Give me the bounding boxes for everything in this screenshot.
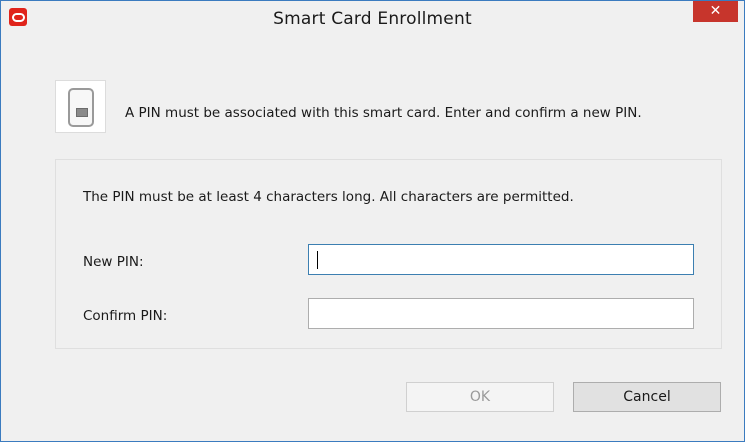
smart-card-icon: [55, 80, 106, 133]
card-outline: [68, 88, 94, 127]
intro-message: A PIN must be associated with this smart…: [125, 105, 642, 121]
confirm-pin-label: Confirm PIN:: [83, 308, 168, 324]
smart-card-enrollment-dialog: Smart Card Enrollment ✕ A PIN must be as…: [0, 0, 745, 442]
cancel-button[interactable]: Cancel: [573, 382, 721, 412]
ok-button[interactable]: OK: [406, 382, 554, 412]
text-caret: [317, 251, 318, 269]
card-chip: [76, 108, 88, 117]
confirm-pin-field[interactable]: [308, 298, 694, 329]
pin-requirement-text: The PIN must be at least 4 characters lo…: [83, 189, 574, 205]
title-bar[interactable]: Smart Card Enrollment ✕: [1, 1, 744, 37]
pin-entry-group: The PIN must be at least 4 characters lo…: [55, 159, 722, 349]
window-title: Smart Card Enrollment: [273, 9, 472, 29]
new-pin-field[interactable]: [308, 244, 694, 275]
close-button[interactable]: ✕: [693, 1, 738, 22]
new-pin-label: New PIN:: [83, 254, 144, 270]
close-icon: ✕: [709, 3, 722, 19]
